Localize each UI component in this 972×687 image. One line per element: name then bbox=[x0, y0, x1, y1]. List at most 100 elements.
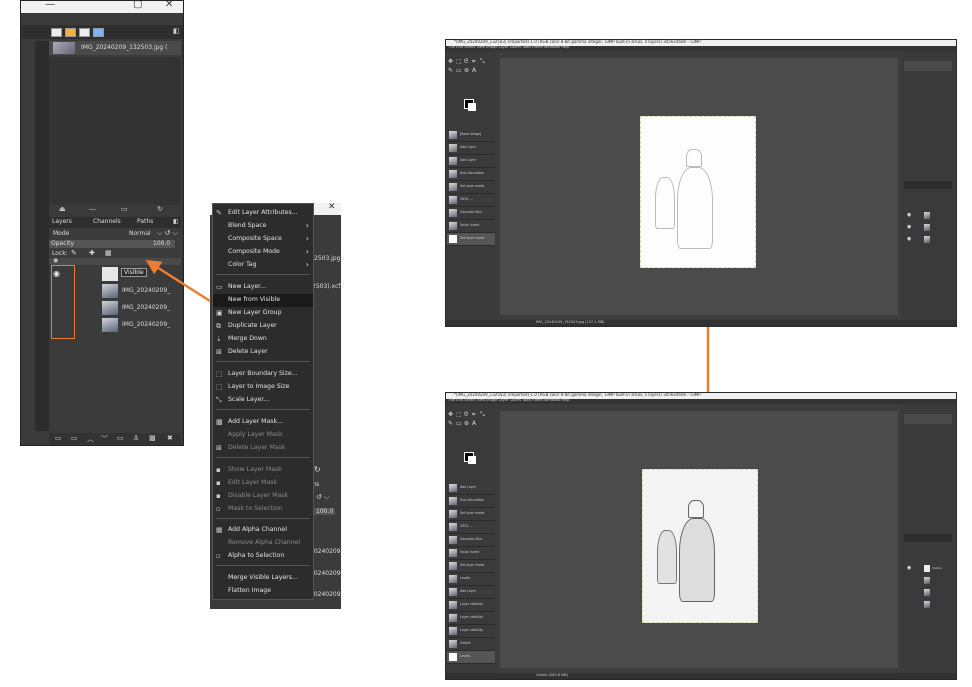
history-thumbnail bbox=[449, 640, 457, 648]
history-thumbnail bbox=[449, 510, 457, 518]
sketch-image bbox=[640, 116, 756, 268]
history-thumbnail bbox=[449, 144, 457, 152]
window-title: *[IMG_20240209_132503] (imported)-1.0 (R… bbox=[454, 39, 701, 44]
history-item[interactable]: Value Invert bbox=[447, 220, 495, 233]
history-thumbnail bbox=[449, 183, 457, 191]
layer-thumbnail bbox=[924, 236, 930, 243]
status-text: Visible (563.6 MB) bbox=[536, 673, 568, 677]
crop-tool-icon[interactable]: ⌗ bbox=[472, 59, 478, 65]
right-dock: ◉ Visible bbox=[902, 404, 954, 674]
history-item[interactable]: Layer visibility bbox=[447, 612, 495, 625]
layer-name: Visible bbox=[932, 566, 942, 570]
image-tab[interactable] bbox=[904, 61, 952, 71]
history-item[interactable]: Set layer mode bbox=[447, 181, 495, 194]
history-item[interactable]: Levels bbox=[447, 573, 495, 586]
crop-tool-icon[interactable]: ⌗ bbox=[472, 412, 478, 418]
dock-layer-row[interactable]: ◉ bbox=[904, 211, 952, 220]
dock-layer-row[interactable]: ◉ bbox=[904, 223, 952, 232]
gimp-window-before: *[IMG_20240209_132503] (imported)-1.0 (R… bbox=[445, 39, 957, 327]
sketch-head bbox=[688, 500, 704, 518]
dock-layer-row[interactable] bbox=[904, 576, 952, 585]
dock-layer-row-visible[interactable]: ◉ Visible bbox=[904, 564, 952, 573]
sketch-body bbox=[677, 167, 713, 249]
move-tool-icon[interactable]: ✥ bbox=[448, 412, 454, 418]
history-item[interactable]: Layer visibility bbox=[447, 599, 495, 612]
history-thumbnail bbox=[449, 601, 457, 609]
paint-tool-icon[interactable]: ✎ bbox=[448, 68, 454, 74]
history-item[interactable]: Hue-Saturation bbox=[447, 168, 495, 181]
dock-layer-row[interactable] bbox=[904, 588, 952, 597]
history-item[interactable]: [Base Image] bbox=[447, 129, 495, 142]
lasso-tool-icon[interactable]: ᘓ bbox=[464, 412, 470, 418]
history-item[interactable]: Set layer mode bbox=[447, 508, 495, 521]
clone-tool-icon[interactable]: ⊛ bbox=[464, 421, 470, 427]
history-item[interactable]: GEGL ... bbox=[447, 521, 495, 534]
arrow-to-visible-layer bbox=[145, 259, 211, 303]
image-tab[interactable] bbox=[904, 414, 952, 424]
sketch-reflection bbox=[655, 177, 675, 229]
history-thumbnail bbox=[449, 222, 457, 230]
history-item[interactable]: Hue-Saturation bbox=[447, 495, 495, 508]
history-item[interactable]: GEGL ... bbox=[447, 194, 495, 207]
sketch-image-enhanced bbox=[642, 469, 758, 623]
toolbox: ✥ ⬚ ᘓ ⌗ ⤡ ✎ ▭ ⊛ A [Base Image] Add Layer… bbox=[446, 51, 496, 321]
select-tool-icon[interactable]: ⬚ bbox=[456, 59, 462, 65]
history-item[interactable]: Set layer mode bbox=[447, 560, 495, 573]
gimp-window-after: *[IMG_20240209_132503] (imported)-1.0 (R… bbox=[445, 392, 957, 680]
history-thumbnail bbox=[449, 588, 457, 596]
status-text: IMG_20240209_132503.jpg (137.1 MB) bbox=[536, 320, 605, 324]
history-thumbnail bbox=[449, 484, 457, 492]
history-item[interactable]: Add Layer bbox=[447, 155, 495, 168]
status-bar: Visible (563.6 MB) bbox=[446, 673, 956, 679]
history-item-current[interactable]: Set layer mode bbox=[447, 233, 495, 246]
layer-thumbnail bbox=[924, 565, 930, 572]
history-thumbnail bbox=[449, 170, 457, 178]
bg-color-swatch[interactable] bbox=[468, 456, 476, 464]
history-item[interactable]: Layer visibility bbox=[447, 625, 495, 638]
text-tool-icon[interactable]: A bbox=[472, 421, 478, 427]
right-dock: ◉ ◉ ◉ bbox=[902, 51, 954, 321]
history-item[interactable]: Add Layer bbox=[447, 482, 495, 495]
visibility-eye-icon[interactable]: ◉ bbox=[907, 236, 911, 242]
history-thumbnail bbox=[449, 562, 457, 570]
dock-layer-row[interactable]: ◉ bbox=[904, 235, 952, 244]
layer-thumbnail bbox=[924, 212, 930, 219]
layer-thumbnail bbox=[924, 577, 930, 584]
eraser-tool-icon[interactable]: ▭ bbox=[456, 421, 462, 427]
image-canvas[interactable] bbox=[500, 58, 898, 315]
text-tool-icon[interactable]: A bbox=[472, 68, 478, 74]
dock-layer-row[interactable] bbox=[904, 600, 952, 609]
select-tool-icon[interactable]: ⬚ bbox=[456, 412, 462, 418]
move-tool-icon[interactable]: ✥ bbox=[448, 59, 454, 65]
visibility-eye-icon[interactable]: ◉ bbox=[907, 565, 911, 571]
history-item[interactable]: Add Layer bbox=[447, 142, 495, 155]
history-item[interactable]: Gaussian Blur bbox=[447, 207, 495, 220]
history-item-current[interactable]: Levels bbox=[447, 651, 495, 664]
menubar-items[interactable]: File Edit Select View Image Layer Colors… bbox=[449, 45, 569, 49]
history-item[interactable]: Gaussian Blur bbox=[447, 534, 495, 547]
history-thumbnail bbox=[449, 575, 457, 583]
transform-tool-icon[interactable]: ⤡ bbox=[480, 59, 486, 65]
window-title: *[IMG_20240209_132503] (imported)-1.0 (R… bbox=[454, 392, 701, 397]
gimp-menubar: File Edit Select View Image Layer Colors… bbox=[446, 45, 956, 51]
sketch-head bbox=[686, 149, 702, 167]
menubar-items[interactable]: File Edit Select View Image Layer Colors… bbox=[449, 398, 569, 402]
eraser-tool-icon[interactable]: ▭ bbox=[456, 68, 462, 74]
toolbox: ✥ ⬚ ᘓ ⌗ ⤡ ✎ ▭ ⊛ A Add Layer Hue-Saturati… bbox=[446, 404, 496, 674]
transform-tool-icon[interactable]: ⤡ bbox=[480, 412, 486, 418]
layer-thumbnail bbox=[924, 224, 930, 231]
history-item[interactable]: Add Layer bbox=[447, 586, 495, 599]
history-thumbnail bbox=[449, 235, 457, 243]
lasso-tool-icon[interactable]: ᘓ bbox=[464, 59, 470, 65]
history-item[interactable]: Visible bbox=[447, 638, 495, 651]
history-item[interactable]: Value Invert bbox=[447, 547, 495, 560]
paint-tool-icon[interactable]: ✎ bbox=[448, 421, 454, 427]
history-thumbnail bbox=[449, 157, 457, 165]
image-canvas[interactable] bbox=[500, 411, 898, 668]
visibility-eye-icon[interactable]: ◉ bbox=[907, 212, 911, 218]
clone-tool-icon[interactable]: ⊛ bbox=[464, 68, 470, 74]
layer-thumbnail bbox=[924, 589, 930, 596]
history-thumbnail bbox=[449, 549, 457, 557]
bg-color-swatch[interactable] bbox=[468, 103, 476, 111]
visibility-eye-icon[interactable]: ◉ bbox=[907, 224, 911, 230]
